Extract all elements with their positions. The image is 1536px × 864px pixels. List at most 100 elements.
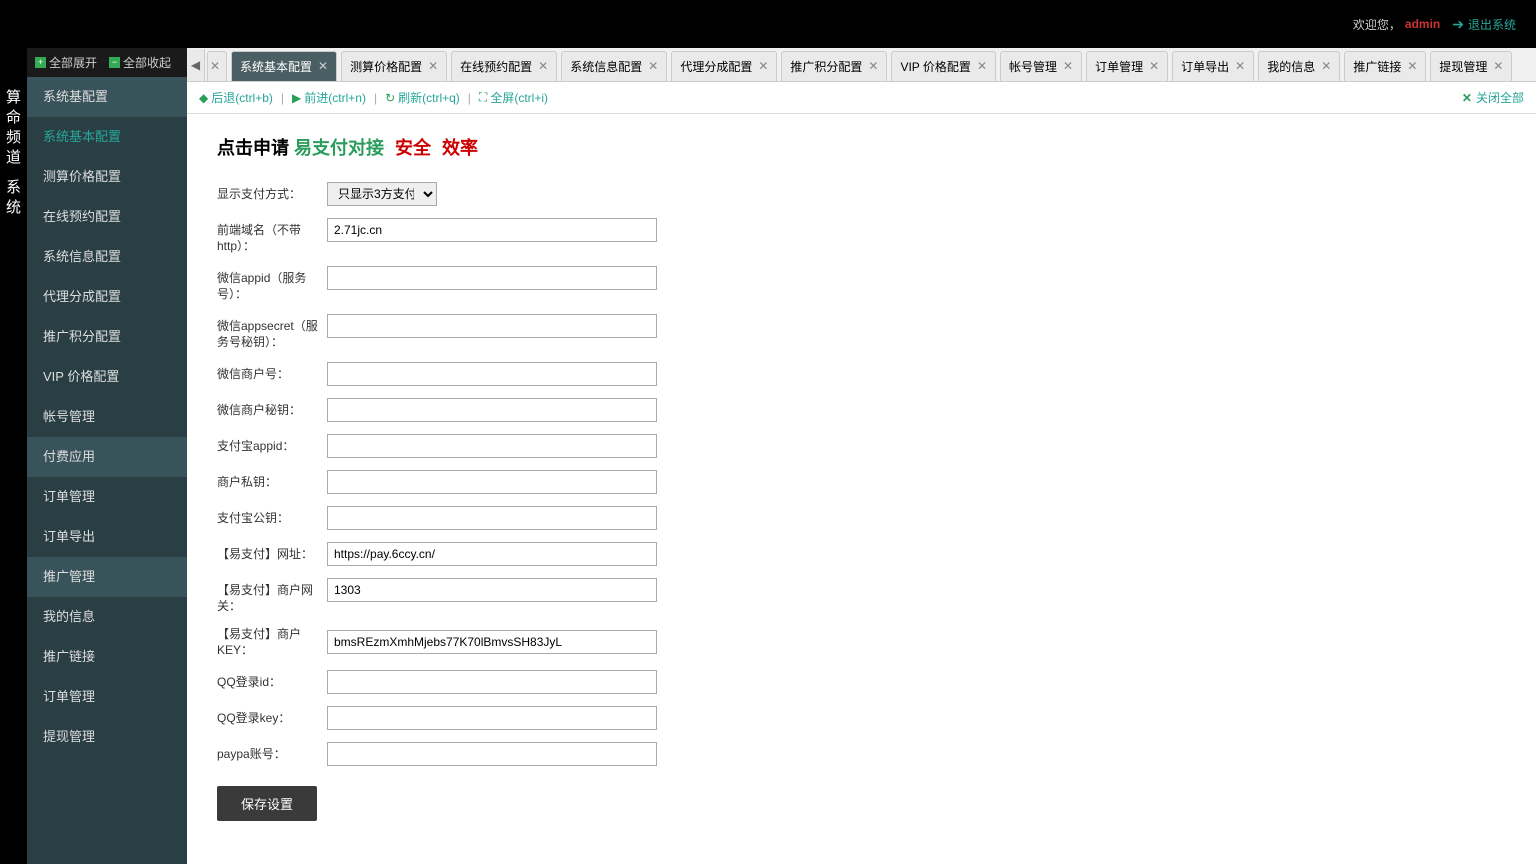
close-icon[interactable]: ✕ xyxy=(1407,59,1417,73)
close-all-icon: ✕ xyxy=(1462,91,1472,105)
sidebar-item-8[interactable]: 帐号管理 xyxy=(27,397,187,437)
sidebar-item-13[interactable]: 我的信息 xyxy=(27,597,187,637)
close-icon[interactable]: ✕ xyxy=(868,59,878,73)
sidebar-item-3[interactable]: 在线预约配置 xyxy=(27,197,187,237)
forward-icon: ▶ xyxy=(292,91,301,105)
row-wechat-mch: 微信商户号： xyxy=(217,362,1506,386)
top-header: 欢迎您， admin ➔ 退出系统 xyxy=(0,0,1536,48)
collapse-all[interactable]: − 全部收起 xyxy=(109,54,171,71)
epay-gateway-input[interactable] xyxy=(327,578,657,602)
tab-9[interactable]: 订单导出✕ xyxy=(1172,51,1254,81)
sidebar-item-16[interactable]: 提现管理 xyxy=(27,717,187,757)
back-icon: ◆ xyxy=(199,91,208,105)
sidebar-item-11[interactable]: 订单导出 xyxy=(27,517,187,557)
qq-login-id-input[interactable] xyxy=(327,670,657,694)
row-epay-url: 【易支付】网址： xyxy=(217,542,1506,566)
sidebar-item-4[interactable]: 系统信息配置 xyxy=(27,237,187,277)
close-icon[interactable]: ✕ xyxy=(210,59,220,73)
left-section-1[interactable]: 算命频道 xyxy=(6,88,21,168)
content-area: 点击申请 易支付对接 安全 效率 显示支付方式： 只显示3方支付 前端域名（不带… xyxy=(187,114,1536,864)
welcome-text: 欢迎您， xyxy=(1353,16,1401,33)
tab-11[interactable]: 推广链接 ✕ xyxy=(1344,51,1426,81)
close-icon[interactable]: ✕ xyxy=(428,59,438,73)
back-button[interactable]: ◆后退(ctrl+b) xyxy=(199,89,273,106)
sidebar-item-14[interactable]: 推广链接 xyxy=(27,637,187,677)
epay-key-input[interactable] xyxy=(327,630,657,654)
close-icon[interactable]: ✕ xyxy=(977,59,987,73)
expand-all[interactable]: + 全部展开 xyxy=(35,54,97,71)
tab-bar: ◀ ✕ 系统基本配置✕测算价格配置✕在线预约配置✕系统信息配置✕代理分成配置✕推… xyxy=(187,48,1536,82)
refresh-button[interactable]: ↻刷新(ctrl+q) xyxy=(385,89,460,106)
row-qq-login-id: QQ登录id： xyxy=(217,670,1506,694)
wechat-mch-input[interactable] xyxy=(327,362,657,386)
toolbar: ◆后退(ctrl+b) | ▶前进(ctrl+n) | ↻刷新(ctrl+q) … xyxy=(187,82,1536,114)
sidebar-item-5[interactable]: 代理分成配置 xyxy=(27,277,187,317)
tab-12[interactable]: 提现管理✕ xyxy=(1430,51,1512,81)
tab-4[interactable]: 代理分成配置✕ xyxy=(671,51,777,81)
sidebar-item-2[interactable]: 测算价格配置 xyxy=(27,157,187,197)
left-nav-column: 算命频道 系统 xyxy=(0,48,27,864)
tab-label: 系统基本配置 xyxy=(240,58,312,75)
tab-6[interactable]: VIP 价格配置✕ xyxy=(891,51,996,81)
sidebar-item-12[interactable]: 推广管理 xyxy=(27,557,187,597)
sidebar-item-10[interactable]: 订单管理 xyxy=(27,477,187,517)
row-wechat-appsecret: 微信appsecret（服务号秘钥）： xyxy=(217,314,1506,350)
close-icon[interactable]: ✕ xyxy=(1063,59,1073,73)
tab-partial-left[interactable]: ✕ xyxy=(207,51,227,81)
row-epay-gateway: 【易支付】商户网关： xyxy=(217,578,1506,614)
epay-url-input[interactable] xyxy=(327,542,657,566)
logout-link[interactable]: ➔ 退出系统 xyxy=(1452,16,1516,33)
close-icon[interactable]: ✕ xyxy=(538,59,548,73)
tab-label: 推广链接 xyxy=(1353,58,1401,75)
tab-label: 测算价格配置 xyxy=(350,58,422,75)
close-icon[interactable]: ✕ xyxy=(648,59,658,73)
tab-0[interactable]: 系统基本配置 ✕ xyxy=(231,51,337,81)
frontend-domain-input[interactable] xyxy=(327,218,657,242)
tab-3[interactable]: 系统信息配置 ✕ xyxy=(561,51,667,81)
sidebar-item-9[interactable]: 付费应用 xyxy=(27,437,187,477)
save-button[interactable]: 保存设置 xyxy=(217,786,317,821)
close-all-button[interactable]: ✕关闭全部 xyxy=(1462,89,1524,106)
wechat-appsecret-input[interactable] xyxy=(327,314,657,338)
fullscreen-button[interactable]: ⛶全屏(ctrl+i) xyxy=(479,89,548,106)
paypal-input[interactable] xyxy=(327,742,657,766)
sidebar-item-7[interactable]: VIP 价格配置 xyxy=(27,357,187,397)
sidebar-item-0[interactable]: 系统基配置 xyxy=(27,77,187,117)
tab-5[interactable]: 推广积分配置✕ xyxy=(781,51,887,81)
row-wechat-appid: 微信appid（服务号）： xyxy=(217,266,1506,302)
close-icon[interactable]: ✕ xyxy=(1235,59,1245,73)
left-section-2[interactable]: 系统 xyxy=(6,178,21,218)
sidebar-item-15[interactable]: 订单管理 xyxy=(27,677,187,717)
collapse-icon: − xyxy=(109,57,120,68)
tab-8[interactable]: 订单管理✕ xyxy=(1086,51,1168,81)
close-icon[interactable]: ✕ xyxy=(758,59,768,73)
tab-label: 帐号管理 xyxy=(1009,58,1057,75)
tab-2[interactable]: 在线预约配置 ✕ xyxy=(451,51,557,81)
logout-label: 退出系统 xyxy=(1468,16,1516,33)
row-display-pay: 显示支付方式： 只显示3方支付 xyxy=(217,182,1506,206)
row-qq-login-key: QQ登录key： xyxy=(217,706,1506,730)
sidebar: + 全部展开 − 全部收起 系统基配置系统基本配置测算价格配置在线预约配置系统信… xyxy=(27,48,187,864)
tab-7[interactable]: 帐号管理 ✕ xyxy=(1000,51,1082,81)
close-icon[interactable]: ✕ xyxy=(1149,59,1159,73)
fullscreen-icon: ⛶ xyxy=(479,90,487,105)
mch-private-key-input[interactable] xyxy=(327,470,657,494)
sidebar-item-1[interactable]: 系统基本配置 xyxy=(27,117,187,157)
close-icon[interactable]: ✕ xyxy=(1493,59,1503,73)
tab-scroll-left[interactable]: ◀ xyxy=(187,49,205,81)
alipay-pubkey-input[interactable] xyxy=(327,506,657,530)
row-alipay-pubkey: 支付宝公钥： xyxy=(217,506,1506,530)
wechat-mch-key-input[interactable] xyxy=(327,398,657,422)
sidebar-item-6[interactable]: 推广积分配置 xyxy=(27,317,187,357)
tab-label: 系统信息配置 xyxy=(570,58,642,75)
close-icon[interactable]: ✕ xyxy=(1321,59,1331,73)
alipay-appid-input[interactable] xyxy=(327,434,657,458)
tab-label: 在线预约配置 xyxy=(460,58,532,75)
display-pay-select[interactable]: 只显示3方支付 xyxy=(327,182,437,206)
tab-10[interactable]: 我的信息✕ xyxy=(1258,51,1340,81)
forward-button[interactable]: ▶前进(ctrl+n) xyxy=(292,89,366,106)
close-icon[interactable]: ✕ xyxy=(318,59,328,73)
wechat-appid-input[interactable] xyxy=(327,266,657,290)
qq-login-key-input[interactable] xyxy=(327,706,657,730)
tab-1[interactable]: 测算价格配置 ✕ xyxy=(341,51,447,81)
